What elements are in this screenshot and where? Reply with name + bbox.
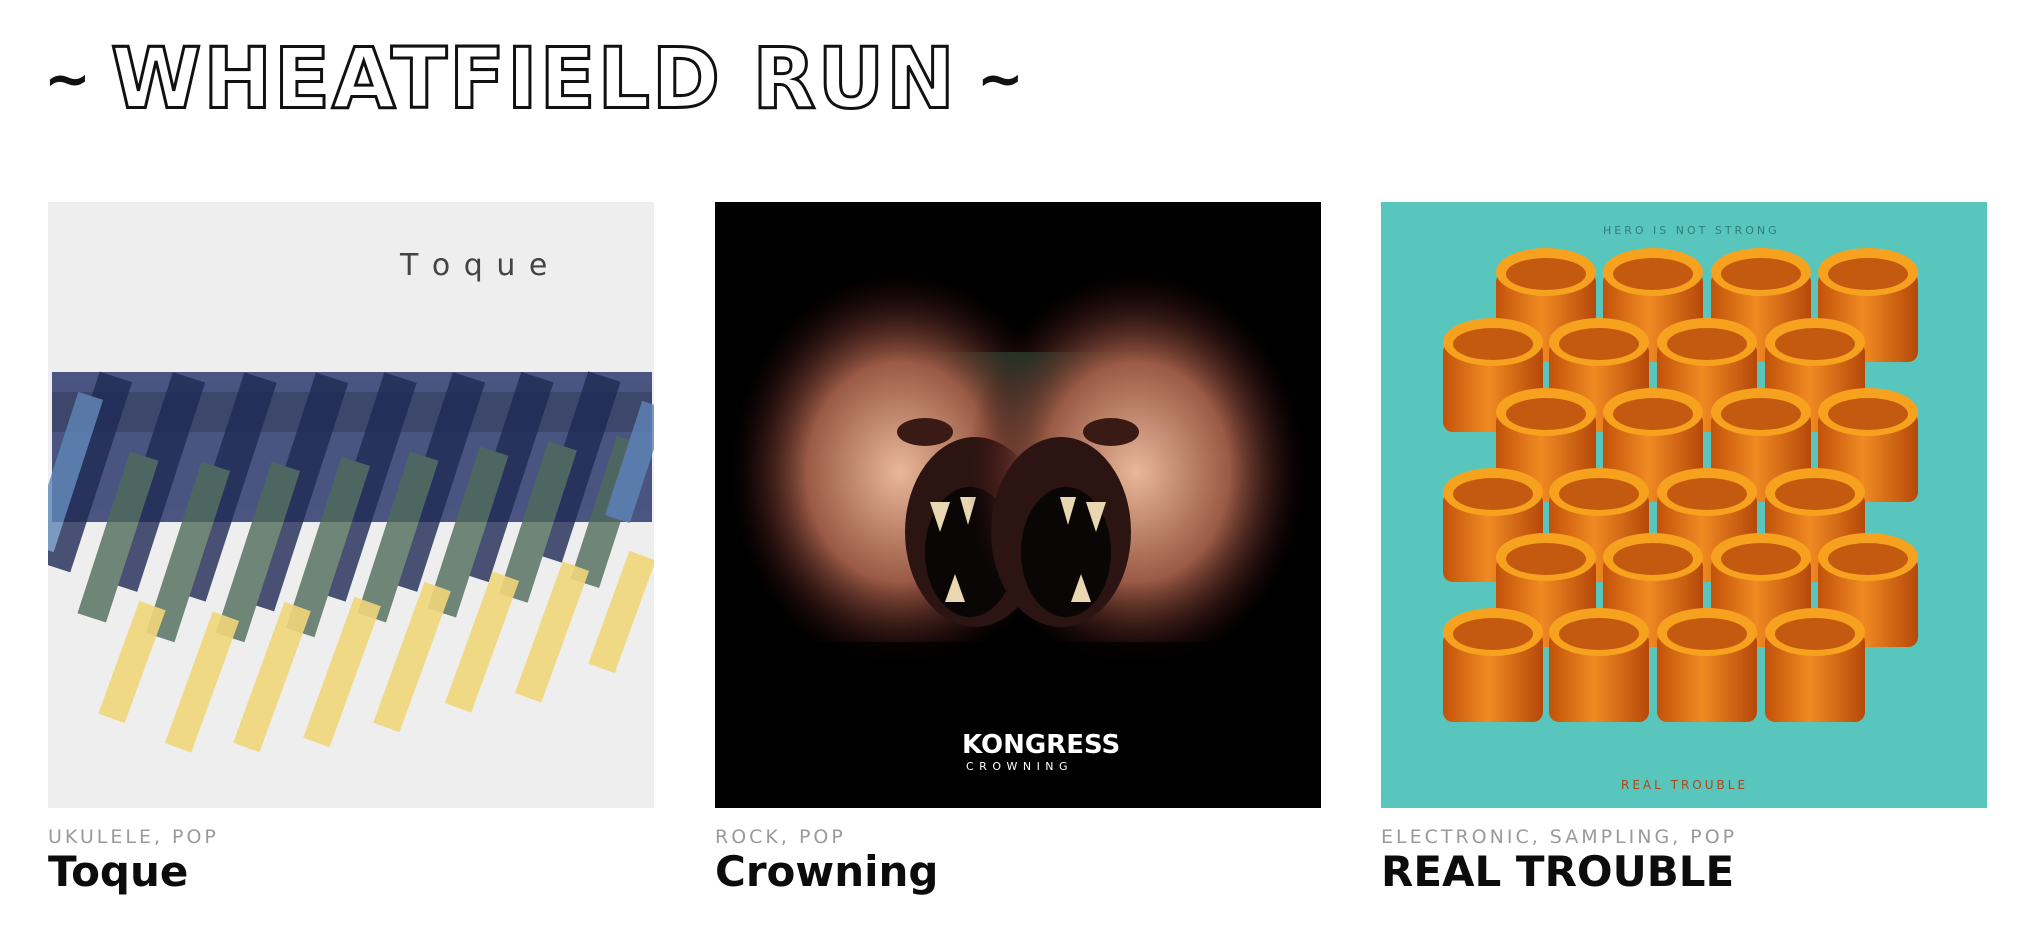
cylinder-hole: [1559, 328, 1639, 360]
cylinder-hole: [1721, 543, 1801, 575]
album-genres: ROCK, POP: [715, 826, 846, 848]
album-title-link[interactable]: Crowning: [715, 847, 938, 896]
real-trouble-cover-art: [1381, 202, 1987, 808]
toque-cover-art: [48, 202, 654, 808]
crowning-cover-subtitle: C R O W N I N G: [966, 760, 1069, 773]
cylinder-pattern: [1443, 248, 1918, 722]
cylinder-hole: [1721, 398, 1801, 430]
cylinder-hole: [1559, 618, 1639, 650]
cylinder-hole: [1506, 258, 1586, 290]
cylinder-hole: [1667, 618, 1747, 650]
cylinder-hole: [1828, 398, 1908, 430]
cylinder-hole: [1613, 258, 1693, 290]
cylinder-hole: [1775, 328, 1855, 360]
tilde-left: ~: [44, 47, 91, 112]
cylinder-hole: [1506, 543, 1586, 575]
real-trouble-cover-bottom: REAL TROUBLE: [1621, 778, 1749, 792]
cylinder-hole: [1453, 328, 1533, 360]
crowning-band-name: KONGRESS: [962, 730, 1121, 760]
cylinder-hole: [1613, 543, 1693, 575]
cylinder-hole: [1775, 478, 1855, 510]
crowning-cover-art: [715, 202, 1321, 808]
album-card-real-trouble: HERO IS NOT STRONG REAL TROUBLE ELECTRON…: [1381, 202, 1987, 896]
cylinder-hole: [1828, 543, 1908, 575]
album-grid: T o q u e UKULELE, POP Toque KONGRESS C …: [48, 202, 1987, 902]
album-genres: UKULELE, POP: [48, 826, 219, 848]
cylinder-hole: [1667, 328, 1747, 360]
album-cover-crowning[interactable]: KONGRESS C R O W N I N G: [715, 202, 1321, 808]
album-cover-toque[interactable]: T o q u e: [48, 202, 654, 808]
site-logo-link[interactable]: ~ WHEATFIELD RUN ~: [44, 30, 1024, 130]
cylinder-hole: [1613, 398, 1693, 430]
cylinder-hole: [1453, 478, 1533, 510]
tilde-right: ~: [976, 47, 1024, 112]
cylinder-hole: [1828, 258, 1908, 290]
album-title-link[interactable]: Toque: [48, 847, 188, 896]
cylinder-hole: [1453, 618, 1533, 650]
album-title-link[interactable]: REAL TROUBLE: [1381, 847, 1734, 896]
cylinder-hole: [1559, 478, 1639, 510]
album-genres: ELECTRONIC, SAMPLING, POP: [1381, 826, 1738, 848]
cylinder-hole: [1667, 478, 1747, 510]
real-trouble-cover-top: HERO IS NOT STRONG: [1603, 224, 1780, 237]
cylinder-hole: [1775, 618, 1855, 650]
album-cover-real-trouble[interactable]: HERO IS NOT STRONG REAL TROUBLE: [1381, 202, 1987, 808]
toque-cover-title: T o q u e: [400, 248, 550, 283]
album-card-crowning: KONGRESS C R O W N I N G ROCK, POP Crown…: [715, 202, 1321, 896]
cylinder-hole: [1506, 398, 1586, 430]
cylinder-hole: [1721, 258, 1801, 290]
album-card-toque: T o q u e UKULELE, POP Toque: [48, 202, 654, 896]
site-title: WHEATFIELD RUN: [109, 31, 957, 128]
